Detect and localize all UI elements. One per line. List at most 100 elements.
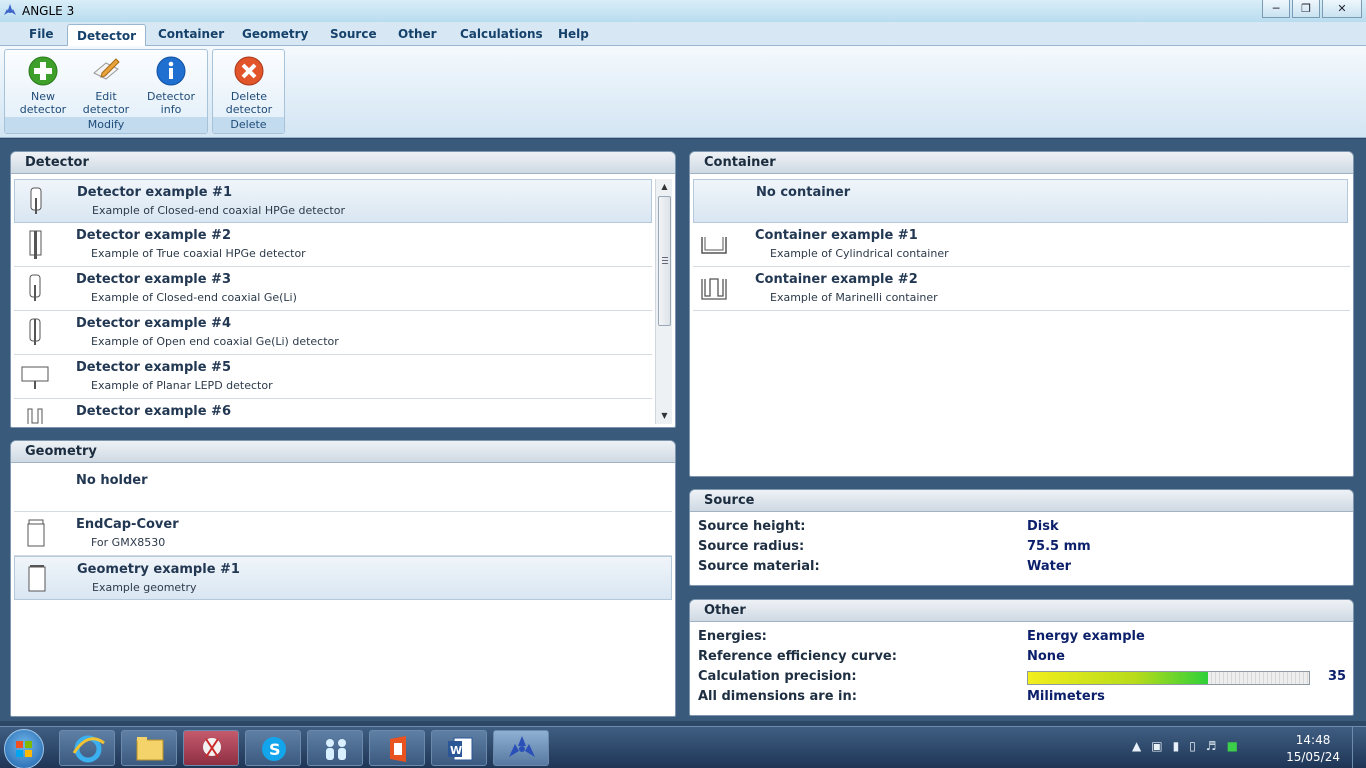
detector-info-button[interactable]: Detector info — [141, 55, 201, 116]
container-item-example-2[interactable]: Container example #2 Example of Marinell… — [693, 267, 1350, 311]
container-panel: Container No container Container example… — [689, 151, 1354, 477]
detector-item-3[interactable]: Detector example #3 Example of Closed-en… — [14, 267, 652, 311]
action-center-icon[interactable]: ▣ — [1151, 739, 1162, 753]
taskbar-word[interactable]: W — [431, 730, 487, 766]
ribbon-group-modify: New detector Edit detector Detector info… — [4, 49, 208, 134]
cylindrical-container-icon — [701, 237, 727, 254]
detector-item-4-title: Detector example #4 — [76, 316, 231, 331]
menu-calculations[interactable]: Calculations — [460, 26, 543, 42]
new-detector-button[interactable]: New detector — [13, 55, 73, 116]
menu-geometry[interactable]: Geometry — [242, 26, 308, 42]
scroll-up-icon[interactable]: ▲ — [656, 179, 672, 195]
detector-list: Detector example #1 Example of Closed-en… — [14, 179, 672, 424]
source-panel-title: Source — [690, 490, 1353, 512]
detector-item-6-title: Detector example #6 — [76, 404, 231, 419]
network-icon[interactable]: ▮ — [1173, 739, 1180, 753]
container-item-none[interactable]: No container — [693, 179, 1348, 223]
container-item-1-title: No container — [756, 185, 851, 200]
container-item-example-1[interactable]: Container example #1 Example of Cylindri… — [693, 223, 1350, 267]
clock[interactable]: 14:48 15/05/24 — [1286, 732, 1340, 766]
source-radius-label: Source radius: — [698, 539, 805, 554]
ribbon: New detector Edit detector Detector info… — [0, 46, 1366, 138]
container-item-2-title: Container example #1 — [755, 228, 918, 243]
dimensions-label: All dimensions are in: — [698, 689, 857, 704]
ribbon-group-delete: Delete detector Delete — [212, 49, 285, 134]
angle-icon — [509, 736, 535, 757]
geometry-item-no-holder[interactable]: No holder — [14, 468, 672, 512]
detector-item-4-subtitle: Example of Open end coaxial Ge(Li) detec… — [91, 335, 339, 348]
taskbar-angle[interactable] — [493, 730, 549, 766]
scroll-thumb[interactable] — [658, 196, 671, 326]
true-coaxial-icon — [29, 230, 42, 259]
detector-info-label-1: Detector — [147, 90, 195, 103]
detector-item-5[interactable]: Detector example #5 Example of Planar LE… — [14, 355, 652, 399]
menu-container[interactable]: Container — [158, 26, 224, 42]
ribbon-group-delete-label: Delete — [213, 117, 284, 133]
update-icon[interactable]: ■ — [1227, 739, 1238, 753]
dimensions-value[interactable]: Milimeters — [1027, 689, 1105, 704]
taskbar-skype[interactable]: S — [245, 730, 301, 766]
taskbar-office[interactable] — [369, 730, 425, 766]
taskbar-snipping-tool[interactable] — [183, 730, 239, 766]
reference-curve-label: Reference efficiency curve: — [698, 649, 897, 664]
show-desktop-button[interactable] — [1352, 727, 1366, 768]
source-height-label: Source height: — [698, 519, 806, 534]
svg-text:S: S — [269, 740, 281, 759]
start-button[interactable] — [4, 729, 44, 768]
people-icon — [326, 739, 346, 760]
menu-help[interactable]: Help — [558, 26, 589, 42]
ribbon-group-modify-label: Modify — [5, 117, 207, 133]
scroll-down-icon[interactable]: ▼ — [656, 408, 672, 424]
detector-panel-title: Detector — [11, 152, 675, 174]
office-icon — [390, 736, 406, 762]
minimize-button[interactable]: ─ — [1262, 0, 1290, 18]
detector-item-1[interactable]: Detector example #1 Example of Closed-en… — [14, 179, 652, 223]
menu-source[interactable]: Source — [330, 26, 377, 42]
edit-detector-button[interactable]: Edit detector — [76, 55, 136, 116]
reference-curve-value[interactable]: None — [1027, 649, 1065, 664]
geometry-item-3-subtitle: Example geometry — [92, 581, 197, 594]
taskbar-people[interactable] — [307, 730, 363, 766]
geometry-item-endcap-cover[interactable]: EndCap-Cover For GMX8530 — [14, 512, 672, 556]
marinelli-container-icon — [701, 278, 727, 300]
plus-icon — [28, 56, 58, 86]
detector-item-2[interactable]: Detector example #2 Example of True coax… — [14, 223, 652, 267]
source-height-value[interactable]: Disk — [1027, 519, 1059, 534]
taskbar-internet-explorer[interactable] — [59, 730, 115, 766]
skype-icon: S — [262, 737, 286, 761]
detector-item-4[interactable]: Detector example #4 Example of Open end … — [14, 311, 652, 355]
new-detector-label-1: New — [31, 90, 55, 103]
minimize-icon: ─ — [1272, 2, 1280, 15]
edit-detector-label-1: Edit — [95, 90, 117, 103]
menu-file[interactable]: File — [29, 26, 54, 42]
detector-item-1-subtitle: Example of Closed-end coaxial HPGe detec… — [92, 204, 345, 217]
precision-slider[interactable] — [1027, 671, 1310, 685]
system-tray: ▲ ▣ ▮ ▯ ♬ ■ — [1132, 739, 1238, 753]
source-material-label: Source material: — [698, 559, 820, 574]
source-material-value[interactable]: Water — [1027, 559, 1071, 574]
energies-value[interactable]: Energy example — [1027, 629, 1145, 644]
clock-time: 14:48 — [1295, 733, 1331, 747]
menu-detector[interactable]: Detector — [67, 24, 146, 47]
source-panel: Source Source height: Disk Source radius… — [689, 489, 1354, 586]
other-panel: Other Energies: Energy example Reference… — [689, 599, 1354, 716]
container-list: No container Container example #1 Exampl… — [693, 179, 1350, 473]
geometry-item-example-1[interactable]: Geometry example #1 Example geometry — [14, 556, 672, 600]
detector-item-3-subtitle: Example of Closed-end coaxial Ge(Li) — [91, 291, 297, 304]
menu-other[interactable]: Other — [398, 26, 437, 42]
restore-button[interactable]: ❐ — [1292, 0, 1320, 18]
detector-item-3-title: Detector example #3 — [76, 272, 231, 287]
taskbar-file-explorer[interactable] — [121, 730, 177, 766]
power-icon[interactable]: ▯ — [1189, 739, 1196, 753]
close-button[interactable]: ✕ — [1322, 0, 1362, 18]
volume-icon[interactable]: ♬ — [1206, 739, 1217, 753]
precision-label: Calculation precision: — [698, 669, 857, 684]
detector-item-2-title: Detector example #2 — [76, 228, 231, 243]
delete-detector-label-2: detector — [225, 103, 273, 116]
delete-detector-button[interactable]: Delete detector — [219, 55, 279, 116]
detector-list-scrollbar[interactable]: ▲ ▼ — [655, 179, 672, 424]
show-hidden-icons-icon[interactable]: ▲ — [1132, 739, 1141, 753]
geometry-panel-title: Geometry — [11, 441, 675, 463]
detector-item-6[interactable]: Detector example #6 — [14, 399, 652, 424]
source-radius-value[interactable]: 75.5 mm — [1027, 539, 1091, 554]
